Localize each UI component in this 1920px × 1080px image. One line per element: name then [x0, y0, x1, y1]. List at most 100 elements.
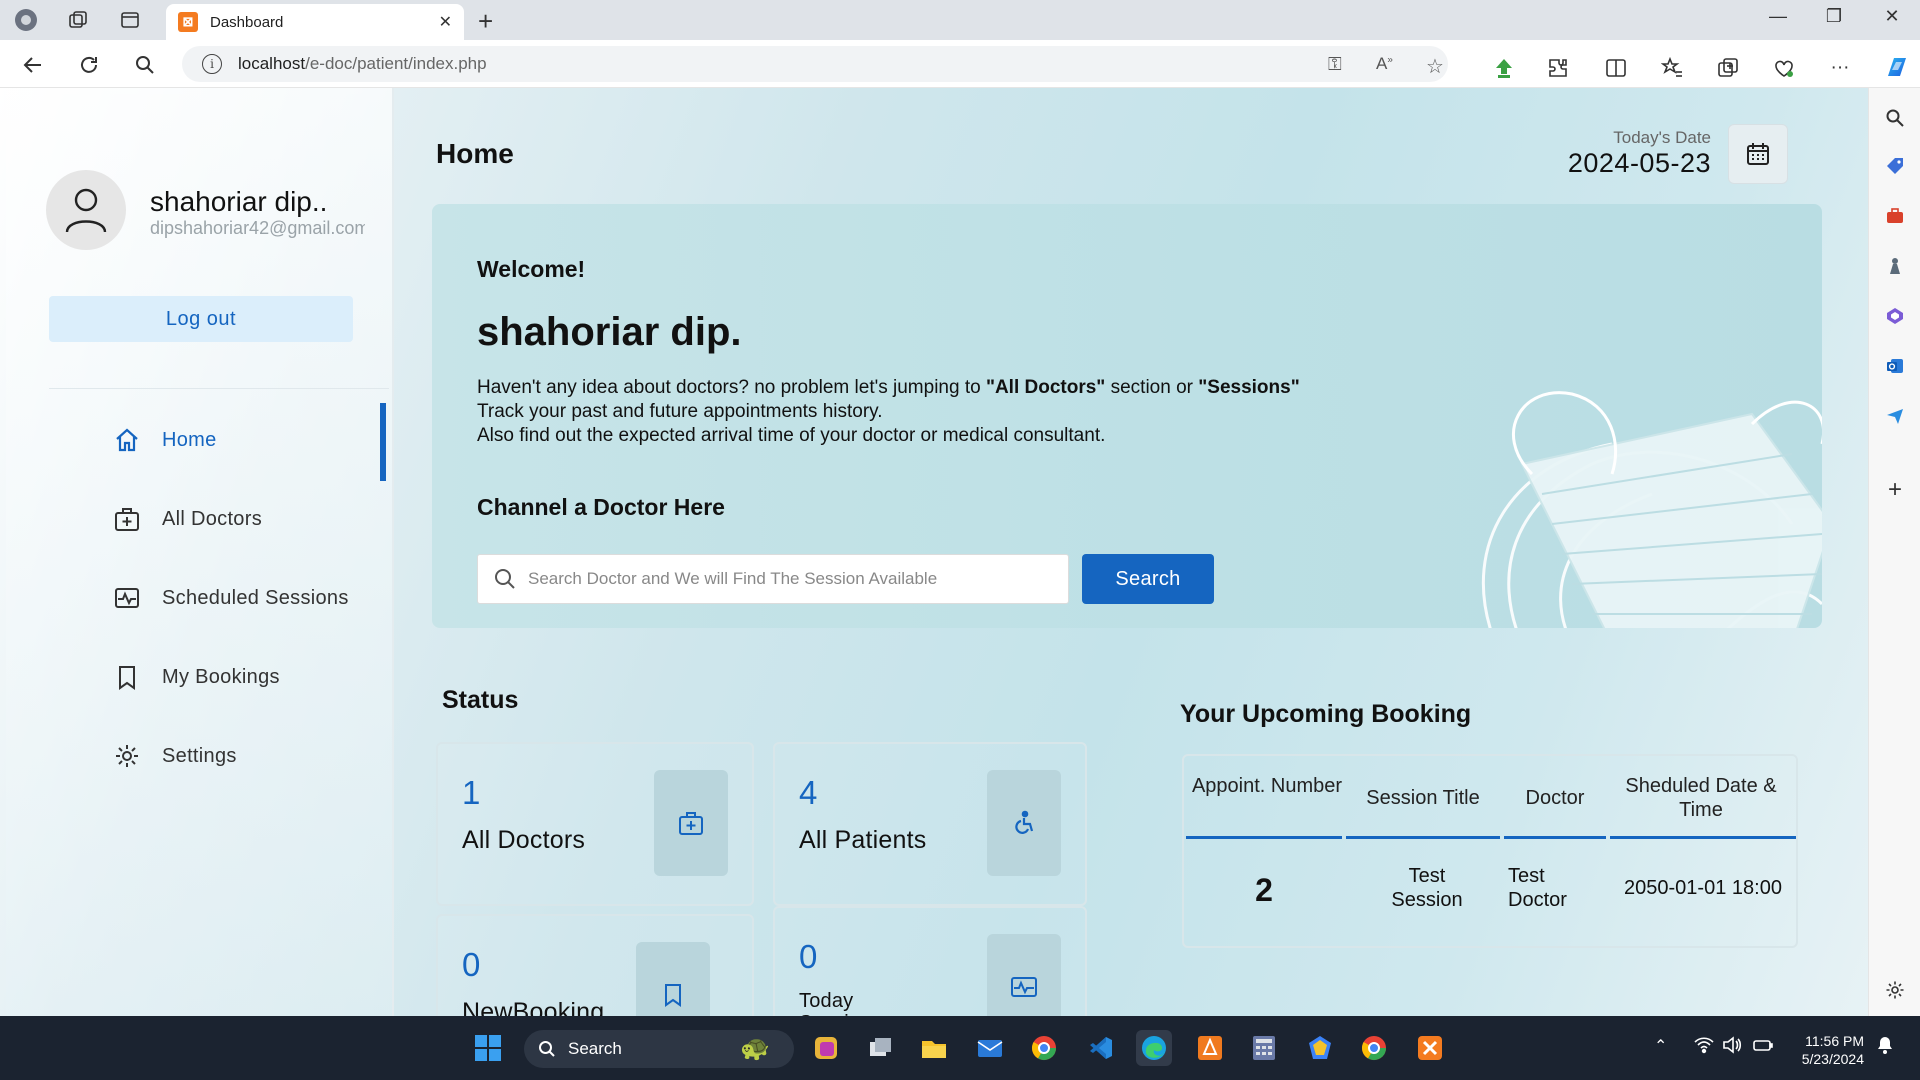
volume-icon[interactable]	[1722, 1036, 1742, 1059]
file-explorer-icon[interactable]	[916, 1030, 952, 1066]
row-appointment-number: 2	[1255, 872, 1273, 908]
url-text: localhost/e-doc/patient/index.php	[238, 54, 487, 73]
task-view-icon[interactable]	[862, 1030, 898, 1066]
sidebar-item-label: All Doctors	[162, 507, 262, 530]
download-extension-icon[interactable]	[1490, 54, 1518, 82]
back-icon[interactable]	[20, 52, 46, 78]
refresh-icon[interactable]	[76, 52, 102, 78]
favorites-icon[interactable]	[1658, 54, 1686, 82]
microsoft365-icon[interactable]	[1883, 304, 1907, 328]
chevron-up-icon[interactable]: ⌃	[1654, 1036, 1667, 1056]
status-card-all-patients[interactable]: 4 All Patients	[773, 742, 1087, 906]
sidebar-item-label: Scheduled Sessions	[162, 586, 349, 609]
address-bar: i localhost/e-doc/patient/index.php ⚿ A»…	[0, 40, 1920, 88]
new-tab-icon[interactable]: +	[478, 6, 493, 37]
browser-essentials-icon[interactable]	[1770, 54, 1798, 82]
sidebar-item-scheduled-sessions[interactable]: Scheduled Sessions	[112, 578, 349, 618]
sidebar-item-home[interactable]: Home	[112, 420, 217, 460]
taskbar-clock[interactable]: 11:56 PM 5/23/2024	[1788, 1032, 1864, 1068]
turtle-widget-icon: 🐢	[740, 1035, 770, 1062]
header-underline	[1610, 836, 1796, 839]
taskbar-search[interactable]: Search 🐢	[524, 1030, 794, 1068]
notification-bell-icon[interactable]	[1876, 1036, 1894, 1059]
sidebar-item-my-bookings[interactable]: My Bookings	[112, 657, 280, 697]
tools-icon[interactable]	[1883, 204, 1907, 228]
doctor-search-input[interactable]	[528, 569, 1058, 589]
sidebar-divider	[49, 388, 389, 389]
search-button[interactable]: Search	[1082, 554, 1214, 604]
bookmark-icon	[636, 942, 710, 1016]
page-title: Home	[436, 138, 514, 169]
accessible-icon	[987, 770, 1061, 876]
sidebar-settings-icon[interactable]	[1883, 978, 1907, 1002]
site-info-icon[interactable]: i	[202, 54, 222, 74]
sidebar-search-icon[interactable]	[1883, 106, 1907, 130]
close-window-icon[interactable]: ✕	[1872, 6, 1912, 27]
welcome-heading: Welcome!	[477, 256, 586, 282]
more-options-icon[interactable]: ···	[1826, 54, 1854, 82]
face-masks-illustration	[1482, 391, 1822, 628]
battery-icon[interactable]	[1752, 1036, 1774, 1059]
send-icon[interactable]	[1883, 404, 1907, 428]
chrome-icon[interactable]	[1026, 1030, 1062, 1066]
windows-taskbar: Search 🐢 ⌃ 11:56 PM 5/23/2024	[0, 1016, 1920, 1080]
table-header-datetime: Sheduled Date & Time	[1625, 775, 1777, 821]
upcoming-booking-heading: Your Upcoming Booking	[1180, 700, 1472, 728]
url-field[interactable]: i localhost/e-doc/patient/index.php ⚿ A»…	[182, 46, 1448, 82]
status-heading: Status	[442, 686, 519, 714]
sidebar-item-settings[interactable]: Settings	[112, 736, 237, 776]
bookmark-icon	[112, 662, 142, 692]
copilot-icon[interactable]	[1880, 50, 1914, 84]
read-aloud-icon[interactable]: A»	[1376, 54, 1393, 74]
banner-user-name: shahoriar dip.	[477, 310, 742, 354]
vscode-icon[interactable]	[1082, 1030, 1118, 1066]
wifi-icon[interactable]	[1694, 1036, 1714, 1059]
status-card-value: 0	[799, 938, 818, 975]
logout-button[interactable]: Log out	[49, 296, 353, 342]
restore-icon[interactable]: ❐	[1814, 6, 1854, 27]
add-sidebar-app-icon[interactable]: +	[1883, 476, 1907, 503]
table-header-doctor: Doctor	[1525, 787, 1585, 809]
calendar-button[interactable]	[1728, 124, 1788, 184]
shopping-tag-icon[interactable]	[1883, 154, 1907, 178]
sessions-icon	[987, 934, 1061, 1016]
tab-actions-icon[interactable]	[118, 8, 142, 32]
status-card-new-booking[interactable]: 0 NewBooking	[436, 914, 754, 1016]
date-value: 2024-05-23	[1567, 148, 1711, 178]
doctor-icon	[654, 770, 728, 876]
favorite-star-icon[interactable]: ☆	[1426, 54, 1444, 79]
tab-dashboard[interactable]: ⊠ Dashboard ✕	[166, 4, 464, 40]
edge-browser-icon[interactable]	[1136, 1030, 1172, 1066]
photo-app-icon[interactable]	[1302, 1030, 1338, 1066]
header-underline	[1504, 836, 1606, 839]
workspaces-icon[interactable]	[66, 8, 90, 32]
search-icon	[539, 1041, 555, 1057]
profile-avatar-icon[interactable]	[14, 8, 38, 32]
chrome-profile-icon[interactable]	[1356, 1030, 1392, 1066]
outlook-icon[interactable]	[1883, 354, 1907, 378]
doctor-search-field[interactable]	[477, 554, 1069, 604]
doctor-icon	[112, 504, 142, 534]
split-screen-icon[interactable]	[1602, 54, 1630, 82]
calculator-app-icon[interactable]	[1246, 1030, 1282, 1066]
extensions-icon[interactable]	[1544, 54, 1572, 82]
status-card-all-doctors[interactable]: 1 All Doctors	[436, 742, 754, 906]
active-indicator	[380, 403, 386, 481]
status-card-today-sessions[interactable]: 0 Today Sessions	[773, 906, 1087, 1016]
mail-icon[interactable]	[972, 1030, 1008, 1066]
start-windows-icon[interactable]	[470, 1030, 506, 1066]
row-doctor: Test Doctor	[1508, 865, 1567, 911]
date-label: Today's Date	[1613, 128, 1711, 147]
collections-icon[interactable]	[1714, 54, 1742, 82]
app-sidebar: shahoriar dip.. dipshahoriar42@gmail.com…	[6, 88, 394, 1016]
search-icon[interactable]	[132, 52, 158, 78]
key-icon[interactable]: ⚿	[1328, 54, 1342, 75]
minimize-icon[interactable]: —	[1758, 6, 1798, 27]
banner-description: Haven't any idea about doctors? no probl…	[477, 377, 1300, 446]
close-tab-icon[interactable]: ✕	[439, 12, 452, 32]
git-app-icon[interactable]	[1192, 1030, 1228, 1066]
xampp-icon[interactable]	[1412, 1030, 1448, 1066]
sidebar-item-all-doctors[interactable]: All Doctors	[112, 499, 262, 539]
copilot-pre-icon[interactable]	[808, 1030, 844, 1066]
games-icon[interactable]	[1883, 254, 1907, 278]
